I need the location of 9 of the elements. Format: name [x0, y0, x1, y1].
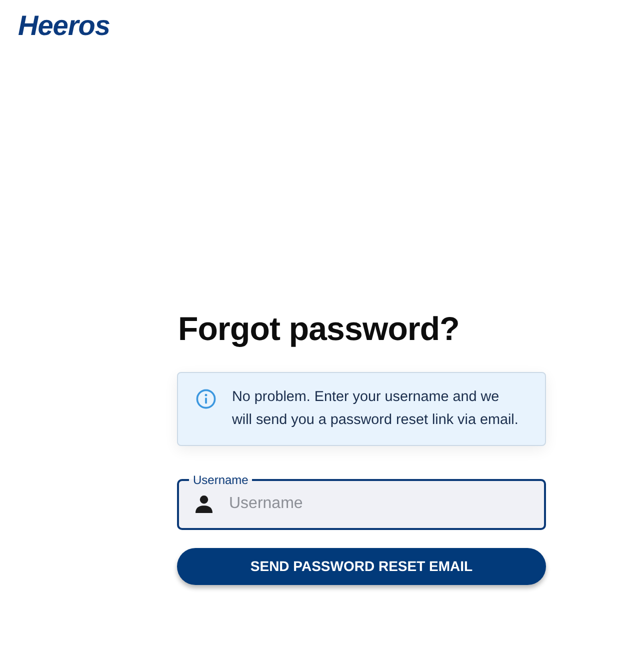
- logo: Heeros: [18, 12, 110, 40]
- alert-text: No problem. Enter your username and we will send you a password reset link via email.: [232, 388, 520, 430]
- send-reset-email-button[interactable]: SEND PASSWORD RESET EMAIL: [177, 548, 546, 586]
- username-input[interactable]: Username: [229, 490, 532, 518]
- info-icon: [196, 389, 216, 410]
- username-field[interactable]: Username Username: [177, 474, 546, 530]
- page-title: Forgot password?: [178, 311, 460, 348]
- field-label: Username: [192, 474, 250, 486]
- person-icon: [195, 495, 213, 514]
